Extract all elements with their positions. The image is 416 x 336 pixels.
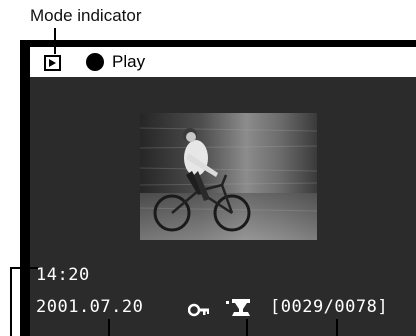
mode-bar: Play <box>30 47 416 77</box>
time-leader-vertical <box>10 267 12 336</box>
time-leader-horizontal <box>10 267 38 269</box>
print-order-icon <box>226 299 250 316</box>
mode-indicator-leader <box>54 28 56 54</box>
play-mode-icon <box>44 55 61 71</box>
record-dot-icon <box>86 53 104 71</box>
date-center-leader <box>108 319 110 336</box>
date-leader <box>23 296 25 336</box>
frame-counter-leader <box>336 319 338 336</box>
mode-text: Play <box>112 52 146 71</box>
mode-indicator-callout-label: Mode indicator <box>30 6 142 25</box>
print-order-leader <box>246 319 248 336</box>
time-display: 14:20 <box>36 265 90 285</box>
date-display: 2001.07.20 <box>36 297 144 317</box>
frame-counter: [0029/0078] <box>270 297 389 317</box>
camera-lcd-frame: Play 14:20 2001.07.20 [0029/0078] <box>20 40 416 336</box>
photo-thumbnail <box>140 113 317 240</box>
lcd-display: Play 14:20 2001.07.20 [0029/0078] <box>30 47 416 336</box>
key-lock-icon <box>188 303 209 317</box>
cyclist-photo <box>140 113 317 240</box>
